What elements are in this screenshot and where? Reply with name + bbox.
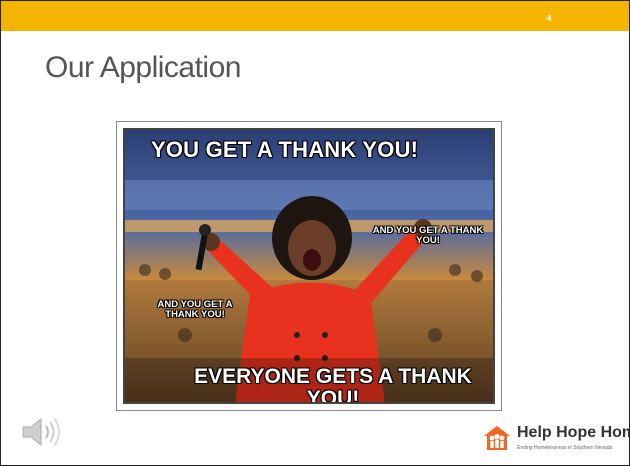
- meme-image-frame[interactable]: YOU GET A THANK YOU! AND YOU GET A THANK…: [116, 121, 502, 411]
- top-accent-bar: [1, 1, 629, 31]
- help-hope-home-logo: Help Hope Home Ending Homelessness in So…: [483, 421, 629, 455]
- meme-bottom-caption: EVERYONE GETS A THANK YOU!: [194, 365, 472, 404]
- meme-image: YOU GET A THANK YOU! AND YOU GET A THANK…: [123, 128, 495, 404]
- speaker-icon[interactable]: [19, 414, 65, 450]
- slide-number: 4: [546, 13, 552, 23]
- people-house-icon: [484, 426, 510, 450]
- meme-left-caption: AND YOU GET A THANK YOU!: [157, 299, 233, 320]
- logo-name: Help Hope Home: [517, 424, 629, 441]
- logo-tagline: Ending Homelessness in Southern Nevada: [517, 445, 613, 451]
- slide-title: Our Application: [45, 51, 241, 84]
- meme-illustration: [125, 130, 493, 402]
- slide: 4 Our Application YOU GET A THANK YOU! A…: [0, 0, 630, 466]
- meme-top-caption: YOU GET A THANK YOU!: [151, 137, 419, 162]
- meme-right-caption: AND YOU GET A THANK YOU!: [372, 225, 484, 246]
